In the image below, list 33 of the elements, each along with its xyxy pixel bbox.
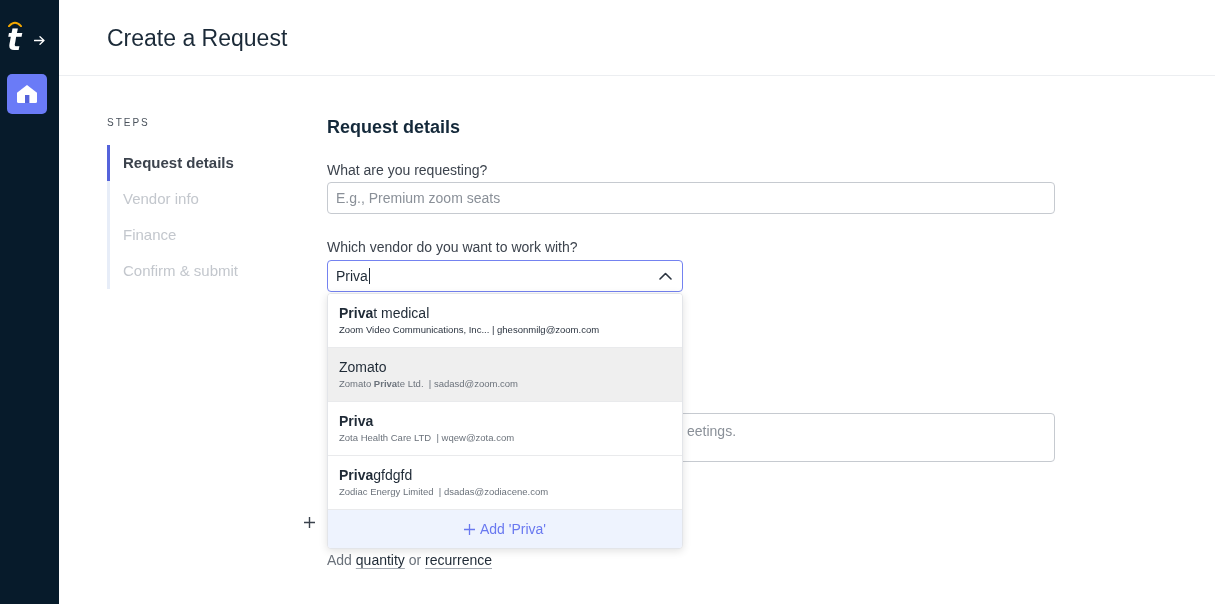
house-icon [16,84,38,104]
add-vendor-button[interactable]: Add 'Priva' [328,510,682,548]
vendor-details: Zoom Video Communications, Inc... | ghesonmilg@zoom.com [339,323,600,337]
vendor-combobox[interactable]: Priva [327,260,683,292]
vendor-option[interactable]: Privat medical Zoom Video Communications, Inc... | ghesonmilg@zoom.com [328,294,682,348]
vendor-details: Zodiac Energy Limited | dsadas@zodiacene.com [339,485,549,499]
app-logo[interactable]: t [7,27,22,53]
step-item[interactable]: Request details [107,145,241,181]
vendor-name: Privat medical [339,304,430,322]
field-label: What are you requesting? [327,161,488,180]
recurrence-link[interactable]: recurrence [425,552,492,568]
plus-icon[interactable] [304,517,315,528]
chevron-icon [659,272,672,280]
home-button[interactable] [7,74,47,114]
vendor-option[interactable]: Privagfdgfd Zodiac Energy Limited | dsadas@zodiacene.com [328,456,682,510]
page-title: Create a Request [107,23,288,53]
vendor-details: Zomato Private Ltd. | sadasd@zoom.com [339,377,518,391]
vendor-name: Priva [339,412,374,430]
text-caret [368,268,370,284]
add-options-text: Add quantity or recurrence [327,551,492,569]
vendor-name: Zomato [339,358,387,376]
vendor-details: Zota Health Care LTD | wqew@zota.com [339,431,515,445]
vendor-name: Privagfdgfd [339,466,413,484]
vendor-option[interactable]: Priva Zota Health Care LTD | wqew@zota.com [328,402,682,456]
input-field[interactable]: E.g., Premium zoom seats [327,182,1055,214]
field-label: Which vendor do you want to work with? [327,238,578,257]
steps-label: STEPS [107,117,150,129]
section-heading: Request details [327,116,461,138]
vendor-option[interactable]: Zomato Zomato Private Ltd. | sadasd@zoom.com [328,348,682,402]
logo-arc-icon [8,21,22,27]
arrow-right-icon[interactable] [34,35,45,45]
quantity-link[interactable]: quantity [355,552,405,568]
plus-icon [463,523,475,535]
